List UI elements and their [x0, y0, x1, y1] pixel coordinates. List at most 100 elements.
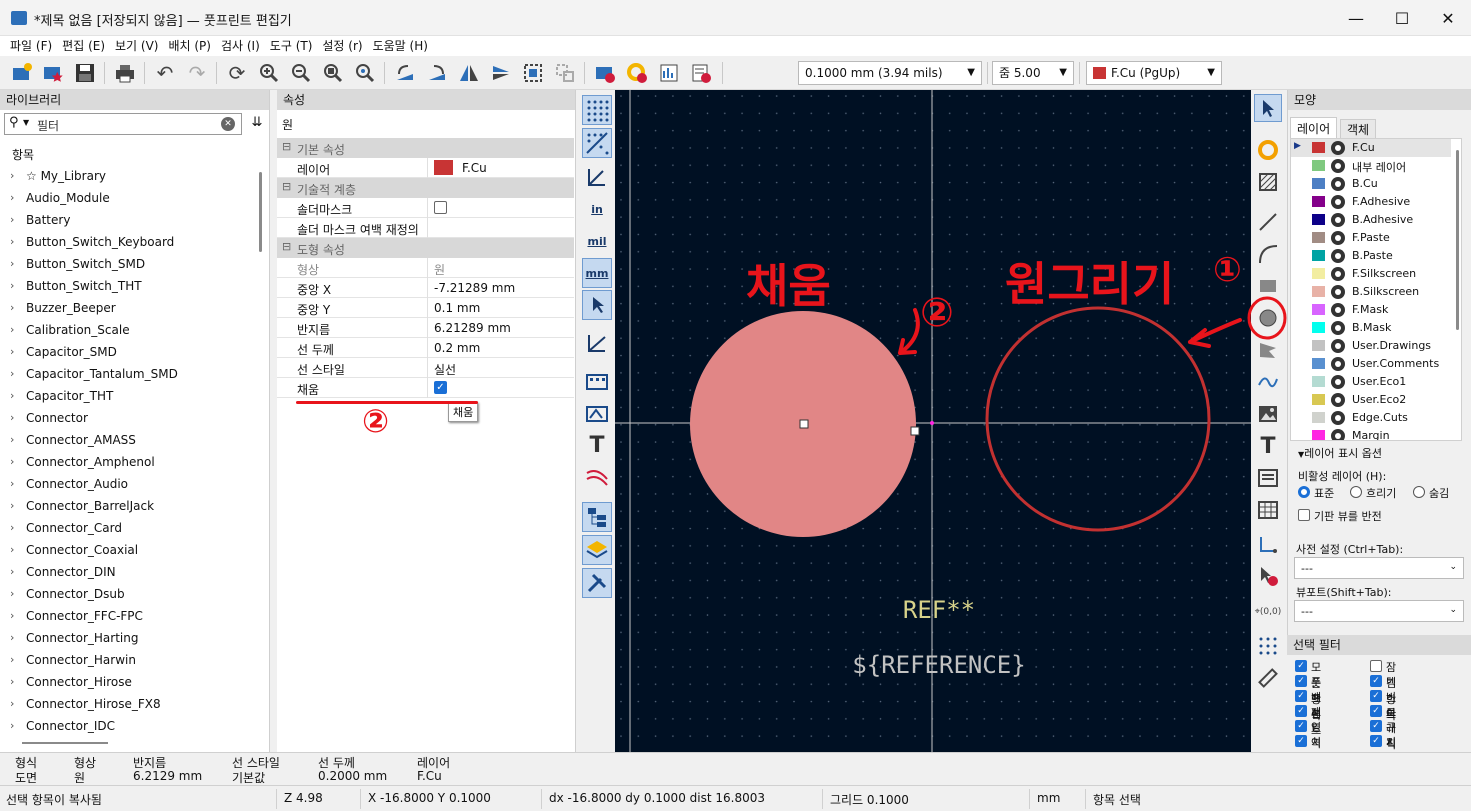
chevron-right-icon[interactable]: ›	[10, 433, 14, 446]
visibility-eye-icon[interactable]	[1331, 357, 1345, 371]
chevron-right-icon[interactable]: ›	[10, 411, 14, 424]
library-item[interactable]: › Connector	[0, 408, 258, 430]
grid-origin-icon[interactable]	[1254, 632, 1282, 660]
library-item[interactable]: › Connector_DIN	[0, 562, 258, 584]
chevron-right-icon[interactable]: ›	[10, 367, 14, 380]
layer-color-swatch[interactable]	[1312, 232, 1325, 243]
chevron-right-icon[interactable]: ›	[10, 235, 14, 248]
library-item[interactable]: › Connector_Card	[0, 518, 258, 540]
filter-checkbox[interactable]: ✓	[1295, 690, 1307, 702]
library-item[interactable]: › Battery	[0, 210, 258, 232]
layer-row[interactable]: F.Adhesive	[1291, 193, 1451, 211]
layer-row[interactable]: User.Comments	[1291, 355, 1451, 373]
library-item[interactable]: › Connector_Harting	[0, 628, 258, 650]
ref-text[interactable]: REF**	[903, 596, 975, 624]
tools-properties-icon[interactable]	[582, 568, 612, 598]
library-item[interactable]: › ☆ My_Library	[0, 166, 258, 188]
visibility-eye-icon[interactable]	[1331, 411, 1345, 425]
filter-checkbox[interactable]: ✓	[1295, 705, 1307, 717]
text-display-icon[interactable]: T	[582, 430, 612, 460]
flip-board-checkbox[interactable]	[1298, 509, 1310, 521]
chevron-right-icon[interactable]: ›	[10, 345, 14, 358]
textbox-tool-icon[interactable]	[1254, 464, 1282, 492]
layer-row[interactable]: F.Silkscreen	[1291, 265, 1451, 283]
visibility-eye-icon[interactable]	[1331, 249, 1345, 263]
prop-center-y[interactable]: 중앙 Y 0.1 mm	[277, 298, 574, 318]
visibility-eye-icon[interactable]	[1331, 231, 1345, 245]
close-button[interactable]: ✕	[1425, 0, 1471, 36]
library-item[interactable]: › Button_Switch_THT	[0, 276, 258, 298]
chevron-right-icon[interactable]: ›	[10, 609, 14, 622]
layer-row[interactable]: 내부 레이어	[1291, 157, 1451, 175]
visibility-eye-icon[interactable]	[1331, 159, 1345, 173]
solder-mask-checkbox[interactable]	[434, 201, 447, 214]
chevron-right-icon[interactable]: ›	[10, 301, 14, 314]
pad-display-icon[interactable]	[582, 366, 612, 396]
layer-color-swatch[interactable]	[1312, 250, 1325, 261]
library-item[interactable]: › Connector_BarrelJack	[0, 496, 258, 518]
filter-checkbox[interactable]: ✓	[1295, 720, 1307, 732]
menu-settings[interactable]: 설정 (r)	[317, 36, 367, 56]
radio-hide[interactable]: 숨김	[1413, 485, 1449, 501]
ratsnest-icon[interactable]	[582, 462, 612, 492]
pad-defaults-icon[interactable]	[624, 60, 650, 86]
menu-view[interactable]: 보기 (V)	[110, 36, 163, 56]
library-item[interactable]: › Audio_Module	[0, 188, 258, 210]
rotate-ccw-icon[interactable]	[392, 60, 418, 86]
layer-row[interactable]: User.Eco1	[1291, 373, 1451, 391]
chevron-right-icon[interactable]: ›	[10, 279, 14, 292]
zoom-fit-icon[interactable]	[320, 60, 346, 86]
layer-color-swatch[interactable]	[1312, 394, 1325, 405]
chevron-right-icon[interactable]: ›	[10, 697, 14, 710]
rect-tool-icon[interactable]	[1254, 272, 1282, 300]
library-item[interactable]: › Buzzer_Beeper	[0, 298, 258, 320]
line-tool-icon[interactable]	[1254, 208, 1282, 236]
layer-row[interactable]: Edge.Cuts	[1291, 409, 1451, 427]
library-item[interactable]: › Connector_AMASS	[0, 430, 258, 452]
layer-row[interactable]: User.Eco2	[1291, 391, 1451, 409]
library-item[interactable]: › Connector_Amphenol	[0, 452, 258, 474]
undo-icon[interactable]: ↶	[152, 60, 178, 86]
chevron-right-icon[interactable]: ›	[10, 477, 14, 490]
layers-manager-icon[interactable]	[582, 535, 612, 565]
save-icon[interactable]	[72, 60, 98, 86]
layer-row[interactable]: B.Paste	[1291, 247, 1451, 265]
sort-icon[interactable]: ⇊	[247, 113, 267, 135]
visibility-eye-icon[interactable]	[1331, 429, 1345, 440]
layer-scrollbar[interactable]	[1456, 150, 1459, 330]
footprint-checker-icon[interactable]	[656, 60, 682, 86]
prop-fill[interactable]: 채움 ✓	[277, 378, 574, 398]
layer-color-swatch[interactable]	[1312, 142, 1325, 153]
flip-board-option[interactable]: 기판 뷰를 반전	[1298, 508, 1382, 524]
library-item[interactable]: › Capacitor_SMD	[0, 342, 258, 364]
chevron-right-icon[interactable]: ›	[10, 653, 14, 666]
footprint-properties-icon[interactable]	[592, 60, 618, 86]
layer-row[interactable]: B.Mask	[1291, 319, 1451, 337]
library-item[interactable]: › Connector_Coaxial	[0, 540, 258, 562]
library-item[interactable]: › Connector_Hirose	[0, 672, 258, 694]
zoom-objects-icon[interactable]	[352, 60, 378, 86]
text-tool-icon[interactable]: T	[1254, 432, 1282, 460]
layer-color-swatch[interactable]	[1312, 304, 1325, 315]
chevron-right-icon[interactable]: ›	[10, 213, 14, 226]
prop-line-style[interactable]: 선 스타일 실선	[277, 358, 574, 378]
visibility-eye-icon[interactable]	[1331, 339, 1345, 353]
prop-radius[interactable]: 반지름 6.21289 mm	[277, 318, 574, 338]
layer-color-swatch[interactable]	[1312, 178, 1325, 189]
table-tool-icon[interactable]	[1254, 496, 1282, 524]
filter-checkbox[interactable]: ✓	[1295, 675, 1307, 687]
chevron-right-icon[interactable]: ›	[10, 543, 14, 556]
chevron-right-icon[interactable]: ›	[10, 631, 14, 644]
layer-color-swatch[interactable]	[1312, 268, 1325, 279]
arc-tool-icon[interactable]	[1254, 240, 1282, 268]
layer-color-swatch[interactable]	[1312, 214, 1325, 225]
print-icon[interactable]	[112, 60, 138, 86]
layer-color-swatch[interactable]	[1312, 196, 1325, 207]
layer-row[interactable]: F.Mask	[1291, 301, 1451, 319]
library-item[interactable]: › Connector_FFC-FPC	[0, 606, 258, 628]
polygon-tool-icon[interactable]	[1254, 336, 1282, 364]
radio-normal[interactable]: 표준	[1298, 485, 1334, 501]
circle-handle[interactable]	[910, 426, 920, 436]
minimize-button[interactable]: —	[1333, 0, 1379, 36]
layer-row[interactable]: Margin	[1291, 427, 1451, 440]
